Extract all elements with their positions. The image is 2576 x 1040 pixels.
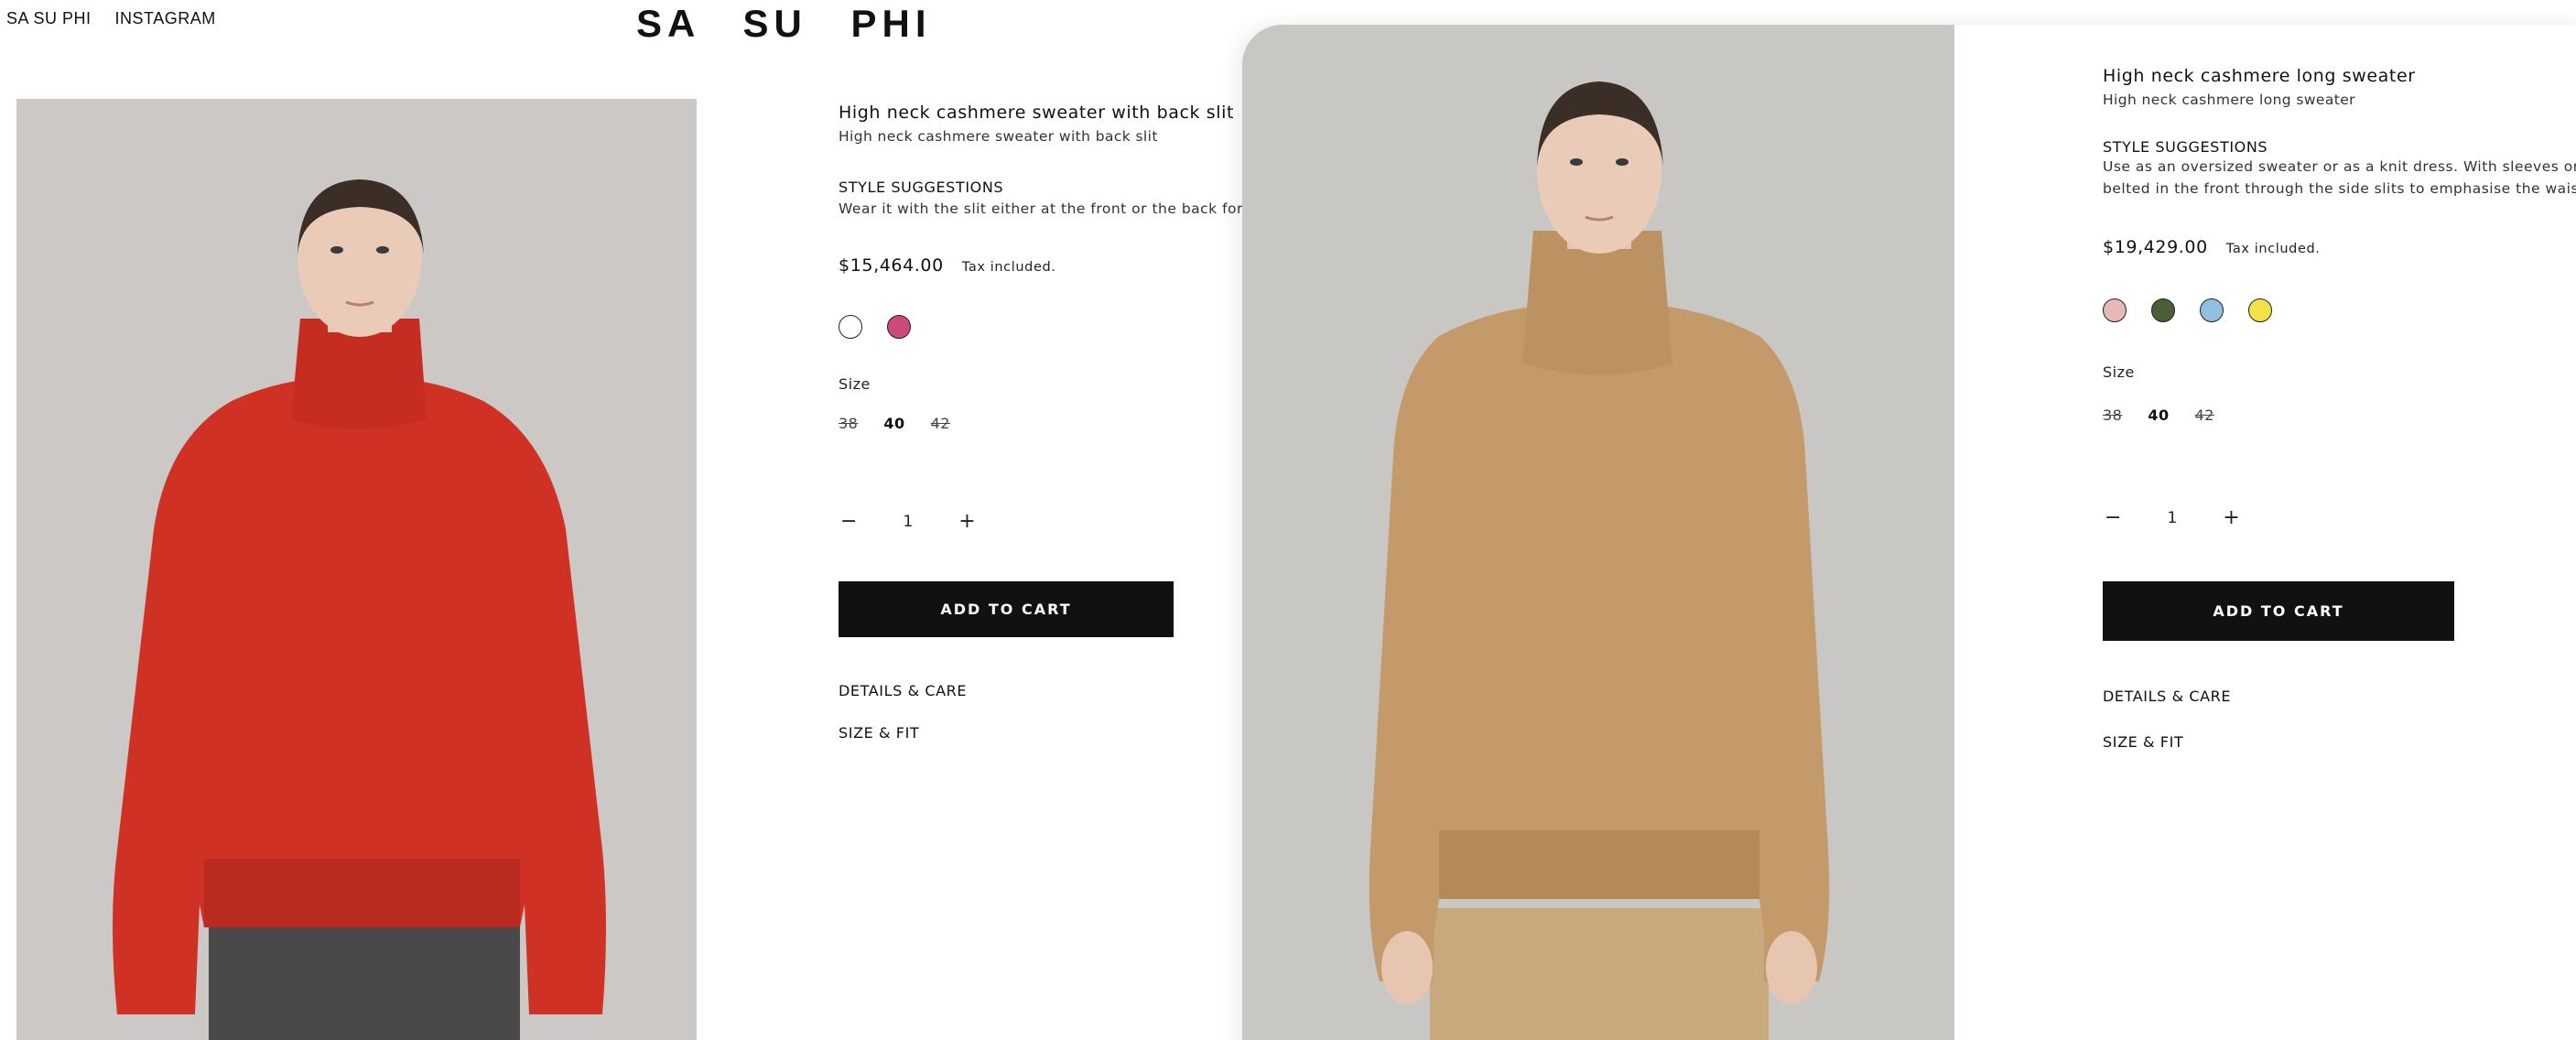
size-label: Size [2103, 363, 2135, 381]
nav-link-home[interactable]: SA SU PHI [6, 9, 92, 28]
swatch-yellow[interactable] [2248, 298, 2272, 322]
nav-link-instagram[interactable]: INSTAGRAM [115, 9, 216, 28]
style-suggestions-heading: STYLE SUGGESTIONS [2103, 138, 2268, 156]
price-row: $15,464.00 Tax included. [839, 255, 1241, 276]
swatch-white[interactable] [839, 315, 862, 339]
size-fit-link[interactable]: SIZE & FIT [839, 724, 1241, 742]
color-swatches [2103, 298, 2576, 322]
size-options: 38 40 42 [2103, 406, 2576, 424]
qty-decrease-button[interactable]: − [2105, 506, 2121, 529]
details-care-link[interactable]: DETAILS & CARE [2103, 688, 2576, 705]
qty-increase-button[interactable]: + [958, 510, 975, 533]
style-suggestions-heading: STYLE SUGGESTIONS [839, 179, 1004, 196]
product-subtitle: High neck cashmere sweater with back sli… [839, 128, 1158, 145]
product-price: $15,464.00 [839, 255, 944, 276]
product-title: High neck cashmere long sweater [2103, 66, 2416, 86]
qty-value[interactable]: 1 [903, 513, 913, 531]
swatch-blue[interactable] [2200, 298, 2224, 322]
camel-sweater-illustration [1242, 25, 1954, 1040]
style-suggestions-text: Wear it with the slit either at the fron… [839, 200, 1272, 217]
quantity-stepper: − 1 + [2105, 506, 2576, 529]
product-subtitle: High neck cashmere long sweater [2103, 92, 2355, 108]
size-label: Size [839, 375, 871, 393]
swatch-pink[interactable] [887, 315, 911, 339]
product-info-right: High neck cashmere long sweater High nec… [2103, 66, 2576, 751]
size-42[interactable]: 42 [2195, 406, 2214, 424]
add-to-cart-button[interactable]: ADD TO CART [839, 581, 1174, 637]
size-38[interactable]: 38 [839, 415, 858, 432]
product-image-camel-sweater[interactable] [1242, 25, 1954, 1040]
red-sweater-illustration [16, 99, 697, 1040]
product-title: High neck cashmere sweater with back sli… [839, 103, 1235, 123]
swatch-green[interactable] [2151, 298, 2175, 322]
brand-logo[interactable]: SA SU PHI [636, 0, 931, 48]
product-price: $19,429.00 [2103, 237, 2208, 257]
size-fit-link[interactable]: SIZE & FIT [2103, 733, 2576, 751]
price-row: $19,429.00 Tax included. [2103, 237, 2576, 257]
tax-note: Tax included. [961, 260, 1056, 275]
top-nav: SA SU PHI INSTAGRAM [6, 9, 216, 28]
color-swatches [839, 315, 1241, 339]
style-suggestions-text-line1: Use as an oversized sweater or as a knit… [2103, 158, 2576, 175]
size-options: 38 40 42 [839, 415, 1241, 432]
size-40[interactable]: 40 [2148, 406, 2169, 424]
qty-decrease-button[interactable]: − [840, 510, 857, 533]
product-image-red-sweater[interactable] [16, 99, 697, 1040]
size-42[interactable]: 42 [931, 415, 950, 432]
qty-increase-button[interactable]: + [2223, 506, 2239, 529]
size-38[interactable]: 38 [2103, 406, 2122, 424]
qty-value[interactable]: 1 [2167, 509, 2177, 527]
swatch-pink[interactable] [2103, 298, 2127, 322]
add-to-cart-button[interactable]: ADD TO CART [2103, 581, 2454, 641]
quantity-stepper: − 1 + [840, 510, 1241, 533]
style-suggestions-text-line2: belted in the front through the side sli… [2103, 180, 2576, 197]
product-info-left: High neck cashmere sweater with back sli… [839, 103, 1272, 742]
details-care-link[interactable]: DETAILS & CARE [839, 682, 1241, 699]
size-40[interactable]: 40 [883, 415, 904, 432]
tax-note: Tax included. [2225, 242, 2321, 256]
quick-view-panel: High neck cashmere long sweater High nec… [1242, 25, 2576, 1040]
